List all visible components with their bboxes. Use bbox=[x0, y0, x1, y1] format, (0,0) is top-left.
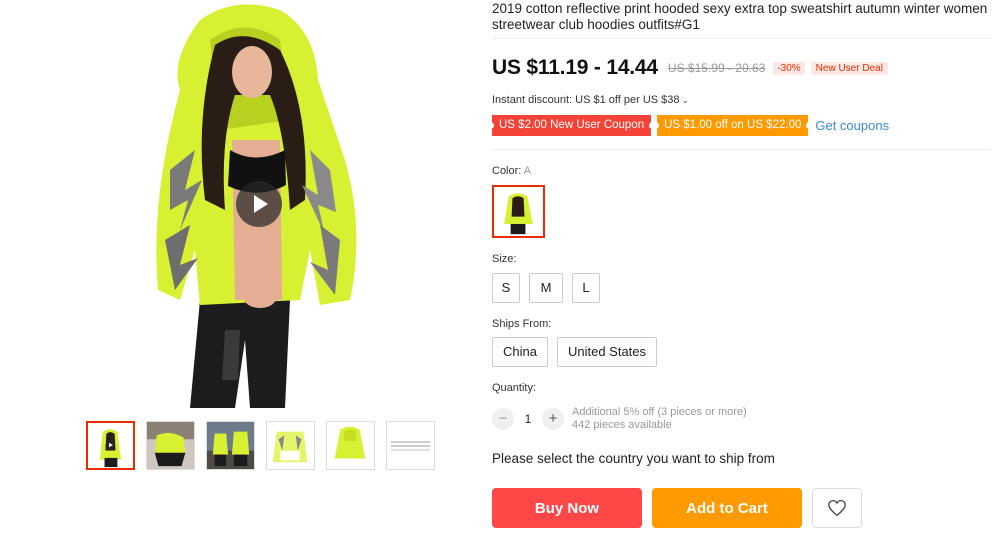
add-to-cart-button[interactable]: Add to Cart bbox=[652, 488, 802, 528]
play-icon bbox=[254, 195, 268, 213]
discount-badge: -30% bbox=[773, 61, 805, 75]
heart-icon bbox=[828, 499, 846, 517]
play-video-button[interactable] bbox=[236, 181, 282, 227]
wishlist-button[interactable] bbox=[812, 488, 862, 528]
instant-discount[interactable]: Instant discount: US $1 off per US $38 ⌄ bbox=[492, 94, 689, 106]
current-price: US $11.19 - 14.44 bbox=[492, 56, 658, 79]
quantity-decrease-button[interactable]: − bbox=[492, 408, 514, 430]
quantity-stepper: − 1 + Additional 5% off (3 pieces or mor… bbox=[492, 406, 747, 432]
quantity-value[interactable]: 1 bbox=[514, 412, 542, 426]
quantity-label: Quantity: bbox=[492, 382, 537, 394]
size-option-l[interactable]: L bbox=[572, 273, 600, 303]
size-options: S M L bbox=[492, 273, 600, 303]
stock-available: 442 pieces available bbox=[572, 419, 672, 431]
color-label: Color: A bbox=[492, 165, 532, 177]
thumbnail-6[interactable] bbox=[386, 421, 435, 470]
thumbnail-3[interactable] bbox=[206, 421, 255, 470]
ships-from-label: Ships From: bbox=[492, 318, 552, 330]
quantity-notes: Additional 5% off (3 pieces or more) 442… bbox=[572, 406, 747, 432]
coupon-row: US $2.00 New User Coupon US $1.00 off on… bbox=[489, 115, 889, 136]
selected-color: A bbox=[523, 165, 532, 177]
quantity-increase-button[interactable]: + bbox=[542, 408, 564, 430]
thumbnail-1[interactable] bbox=[86, 421, 135, 470]
buy-now-button[interactable]: Buy Now bbox=[492, 488, 642, 528]
new-user-coupon[interactable]: US $2.00 New User Coupon bbox=[489, 115, 654, 136]
ship-from-china[interactable]: China bbox=[492, 337, 548, 367]
get-coupons-link[interactable]: Get coupons bbox=[815, 118, 889, 133]
store-coupon[interactable]: US $1.00 off on US $22.00 bbox=[655, 115, 811, 136]
color-option-a[interactable] bbox=[492, 185, 545, 238]
thumbnail-2[interactable] bbox=[146, 421, 195, 470]
new-user-deal-badge: New User Deal bbox=[810, 61, 888, 75]
ship-country-note: Please select the country you want to sh… bbox=[492, 451, 775, 466]
size-option-m[interactable]: M bbox=[529, 273, 563, 303]
chevron-down-icon: ⌄ bbox=[681, 95, 690, 105]
ship-from-united-states[interactable]: United States bbox=[556, 337, 658, 367]
thumbnail-strip bbox=[86, 421, 435, 470]
divider bbox=[492, 38, 991, 39]
size-label: Size: bbox=[492, 253, 517, 265]
ships-from-options: China United States bbox=[492, 337, 658, 367]
divider bbox=[492, 149, 991, 150]
thumbnail-5[interactable] bbox=[326, 421, 375, 470]
bulk-discount-note: Additional 5% off (3 pieces or more) bbox=[572, 406, 747, 418]
original-price: US $15.99 - 20.63 bbox=[667, 61, 766, 75]
instant-discount-text: Instant discount: US $1 off per US $38 bbox=[492, 94, 680, 106]
size-option-s[interactable]: S bbox=[492, 273, 520, 303]
thumbnail-4[interactable] bbox=[266, 421, 315, 470]
price-row: US $11.19 - 14.44 US $15.99 - 20.63 -30%… bbox=[492, 56, 888, 80]
product-title: 2019 cotton reflective print hooded sexy… bbox=[492, 1, 988, 32]
action-buttons: Buy Now Add to Cart bbox=[492, 488, 862, 528]
